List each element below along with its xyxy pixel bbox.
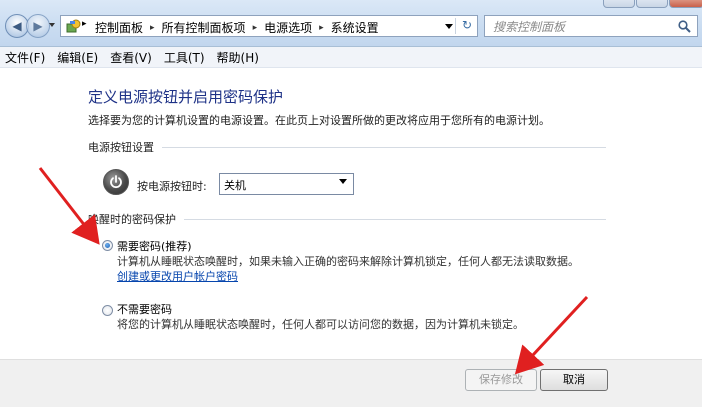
address-bar[interactable]: ▸ 控制面板 ▸ 所有控制面板项 ▸ 电源选项 ▸ 系统设置 ↻: [60, 15, 478, 37]
breadcrumb-control-panel[interactable]: 控制面板: [95, 19, 143, 36]
maximize-button[interactable]: [636, 0, 668, 8]
menu-edit[interactable]: 编辑(E): [52, 49, 105, 66]
cancel-button[interactable]: 取消: [540, 369, 608, 391]
control-panel-icon: [66, 19, 81, 33]
require-password-radio[interactable]: [102, 240, 113, 251]
menu-help[interactable]: 帮助(H): [212, 49, 266, 66]
breadcrumb-system-settings[interactable]: 系统设置: [331, 19, 379, 36]
power-button-action-select[interactable]: 关机: [219, 173, 354, 195]
refresh-icon: ↻: [461, 18, 473, 32]
breadcrumb-chevron-icon[interactable]: ▸: [150, 23, 155, 33]
no-password-label[interactable]: 不需要密码: [117, 301, 172, 317]
chevron-down-icon: [339, 179, 347, 184]
search-icon[interactable]: [678, 20, 691, 33]
password-section-header: 唤醒时的密码保护: [88, 212, 606, 226]
power-button-section-header: 电源按钮设置: [88, 140, 606, 154]
power-button-label: 按电源按钮时:: [137, 180, 207, 193]
refresh-button[interactable]: ↻: [455, 18, 478, 34]
page-description: 选择要为您的计算机设置的电源设置。在此页上对设置所做的更改将应用于您所有的电源计…: [88, 114, 550, 127]
require-password-desc-text: 计算机从睡眠状态唤醒时，如果未输入正确的密码来解除计算机锁定，任何人都无法读取数…: [117, 255, 579, 268]
power-button-section-title: 电源按钮设置: [88, 141, 154, 154]
save-changes-button[interactable]: 保存修改: [465, 369, 537, 391]
page-title: 定义电源按钮并启用密码保护: [88, 88, 284, 106]
require-password-description: 计算机从睡眠状态唤醒时，如果未输入正确的密码来解除计算机锁定，任何人都无法读取数…: [117, 254, 587, 284]
back-arrow-icon: ◀: [12, 19, 22, 33]
search-box: [484, 15, 698, 37]
search-input[interactable]: [491, 17, 675, 37]
breadcrumb-chevron-icon[interactable]: ▸: [253, 23, 258, 33]
address-history-dropdown[interactable]: [445, 24, 453, 29]
require-password-label[interactable]: 需要密码(推荐): [117, 238, 192, 254]
breadcrumb-power-options[interactable]: 电源选项: [264, 19, 312, 36]
menu-view[interactable]: 查看(V): [105, 49, 159, 66]
breadcrumb-all-items[interactable]: 所有控制面板项: [162, 19, 246, 36]
address-toolbar: ◀ ▶ ▸ 控制面板 ▸ 所有控制面板项 ▸ 电源选项 ▸ 系统设置 ↻: [0, 0, 702, 47]
forward-button[interactable]: ▶: [26, 14, 50, 38]
close-window-button[interactable]: [669, 0, 702, 8]
no-password-radio[interactable]: [102, 305, 113, 316]
annotation-arrow-to-require-password: [38, 167, 100, 245]
breadcrumb-root-chevron[interactable]: ▸: [82, 19, 87, 29]
create-change-password-link[interactable]: 创建或更改用户帐户密码: [117, 270, 238, 283]
power-button-action-value: 关机: [224, 179, 246, 192]
power-icon: [103, 169, 129, 195]
forward-arrow-icon: ▶: [33, 19, 43, 33]
section-divider: [184, 218, 606, 220]
recent-pages-dropdown[interactable]: [49, 23, 55, 27]
menu-tools[interactable]: 工具(T): [159, 49, 212, 66]
section-divider: [162, 146, 606, 148]
no-password-description: 将您的计算机从睡眠状态唤醒时，任何人都可以访问您的数据，因为计算机未锁定。: [117, 318, 524, 331]
password-section-title: 唤醒时的密码保护: [88, 213, 176, 226]
breadcrumb: 控制面板 ▸ 所有控制面板项 ▸ 电源选项 ▸ 系统设置: [95, 19, 379, 36]
menu-bar: 文件(F) 编辑(E) 查看(V) 工具(T) 帮助(H): [0, 47, 702, 68]
menu-file[interactable]: 文件(F): [0, 49, 52, 66]
minimize-button[interactable]: [603, 0, 635, 8]
breadcrumb-chevron-icon[interactable]: ▸: [319, 23, 324, 33]
